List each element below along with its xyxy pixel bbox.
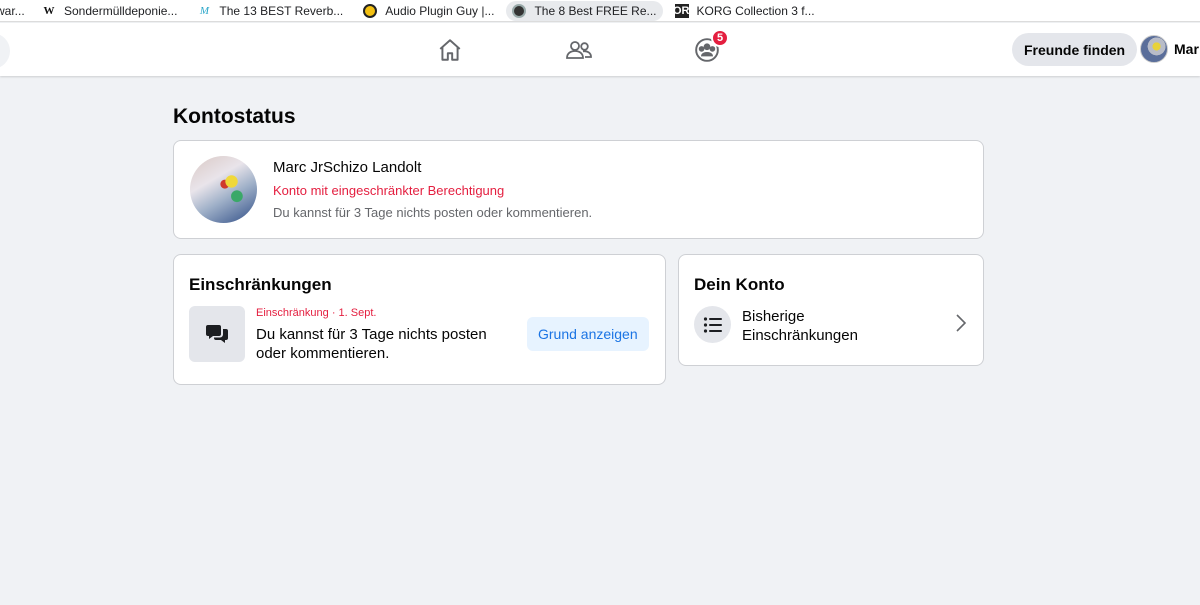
home-icon [439, 39, 461, 61]
bookmark-label: KORG Collection 3 f... [696, 3, 815, 18]
wikipedia-icon: W [43, 4, 55, 17]
bookmarks-bar: war... W Sondermülldeponie... M The 13 B… [0, 0, 1200, 22]
past-restrictions-link[interactable]: Bisherige Einschränkungen [679, 303, 983, 353]
notification-badge: 5 [711, 29, 729, 47]
bookmark-4[interactable]: The 8 Best FREE Re... [506, 0, 663, 21]
friends-icon [566, 41, 592, 59]
bookmark-label: Sondermülldeponie... [64, 3, 178, 18]
your-account-card: Dein Konto Bisherige Einschränkungen [678, 254, 984, 366]
restriction-icon-box [189, 306, 245, 362]
find-friends-button[interactable]: Freunde finden [1012, 33, 1138, 66]
bookmark-2[interactable]: M The 13 BEST Reverb... [191, 1, 349, 21]
top-navigation: 5 Freunde finden Mar [0, 23, 1200, 76]
nav-groups[interactable]: 5 [687, 29, 729, 69]
restriction-text: Du kannst für 3 Tage nichts posten oder … [256, 326, 487, 362]
restriction-date: Einschränkung · 1. Sept. [256, 307, 377, 319]
page-title: Kontostatus [173, 105, 296, 128]
list-icon [703, 316, 722, 333]
bookmark-3[interactable]: Audio Plugin Guy |... [357, 1, 500, 21]
restrictions-heading: Einschränkungen [189, 275, 332, 294]
bookmark-5[interactable]: KORG KORG Collection 3 f... [665, 1, 821, 21]
m-logo-icon: M [199, 4, 209, 17]
restriction-status: Konto mit eingeschränkter Berechtigung [273, 183, 505, 198]
bookmark-1[interactable]: W Sondermülldeponie... [36, 1, 183, 21]
nav-friends[interactable] [559, 31, 599, 69]
restriction-description: Du kannst für 3 Tage nichts posten oder … [273, 205, 593, 220]
audio-plugin-guy-icon [363, 3, 378, 18]
chevron-right-icon [956, 314, 967, 332]
search-input[interactable] [0, 33, 10, 69]
past-restrictions-label: Bisherige Einschränkungen [742, 307, 882, 345]
avatar [1140, 35, 1168, 63]
profile-menu[interactable]: Mar [1140, 35, 1199, 63]
bookmark-label: The 8 Best FREE Re... [534, 3, 657, 18]
bookmark-label: The 13 BEST Reverb... [219, 3, 344, 18]
past-restrictions-text: Bisherige Einschränkungen [742, 308, 858, 344]
list-icon-box [694, 306, 731, 343]
nav-home[interactable] [430, 31, 470, 69]
korg-icon: KORG [665, 3, 698, 18]
profile-avatar [190, 156, 257, 223]
account-name: Marc JrSchizo Landolt [273, 159, 422, 176]
account-status-card: Marc JrSchizo Landolt Konto mit eingesch… [173, 140, 984, 239]
show-reason-button[interactable]: Grund anzeigen [527, 317, 649, 351]
dark-circle-icon [512, 3, 527, 18]
comments-icon [206, 325, 228, 343]
restrictions-card: Einschränkungen Einschränkung · 1. Sept.… [173, 254, 666, 385]
profile-name: Mar [1174, 41, 1199, 57]
bookmark-label: Audio Plugin Guy |... [385, 3, 495, 18]
bookmark-label: war... [0, 3, 25, 18]
bookmark-0[interactable]: war... [0, 1, 25, 21]
account-heading: Dein Konto [694, 275, 785, 294]
